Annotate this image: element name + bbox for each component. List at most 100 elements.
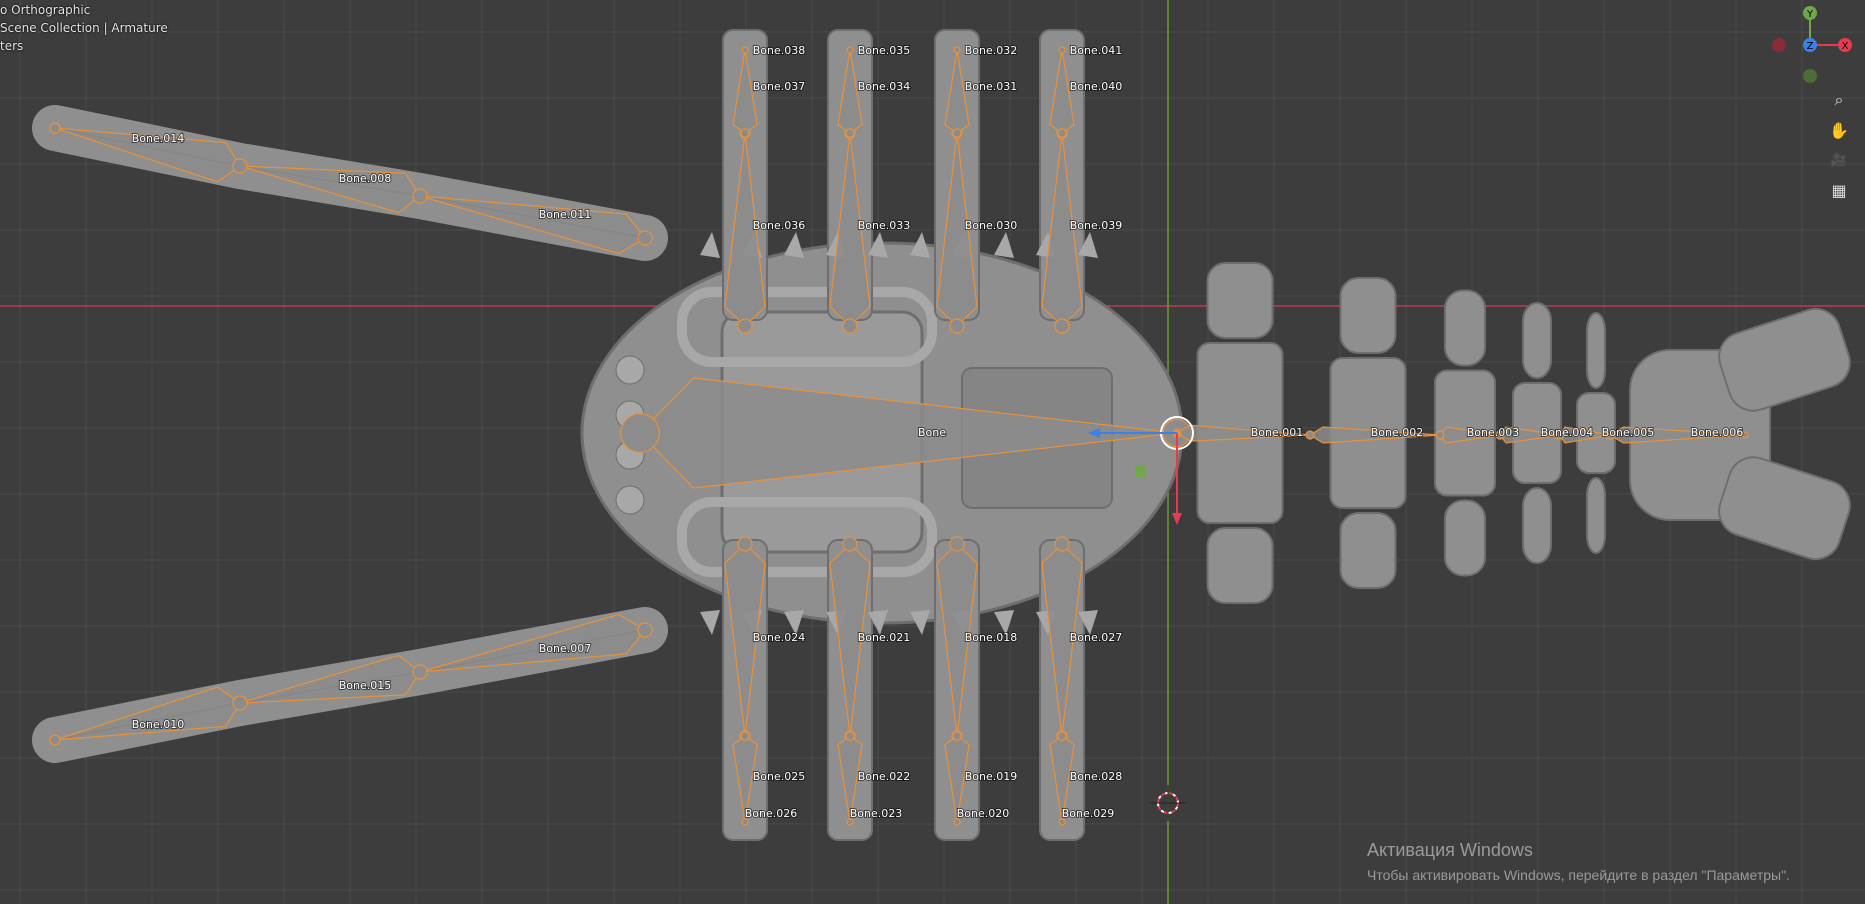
bone-label-tail-3: Bone.003 — [1467, 426, 1520, 439]
bone-leg-bottom-3-2-head — [1057, 731, 1067, 741]
grid-view-icon[interactable]: ▦ — [1826, 177, 1852, 203]
spike-bottom — [700, 610, 720, 635]
bone-label-main: Bone — [918, 426, 946, 439]
zoom-icon[interactable]: ⌕ — [1826, 87, 1852, 113]
activation-message: Чтобы активировать Windows, перейдите в … — [1367, 867, 1790, 883]
bone-label-arm-top-3: Bone.014 — [132, 132, 185, 145]
bone-label-leg-top-0-1: Bone.036 — [753, 219, 806, 232]
tail-fin-top — [1522, 302, 1552, 379]
bone-label-tail-5: Bone.005 — [1602, 426, 1655, 439]
bone-leg-top-2-1-head — [949, 318, 965, 334]
bone-label-arm-top-2: Bone.008 — [339, 172, 392, 185]
spike-top — [700, 232, 720, 258]
bone-arm-bottom-2-head — [412, 664, 428, 680]
3d-viewport[interactable]: Bone Bone.001 Bone.002 Bone.003 Bone.004 Bone… — [0, 0, 1865, 904]
tail-fin-bottom — [1586, 477, 1606, 554]
gizmo-plane-handle — [1135, 466, 1146, 477]
gizmo-x-arrowhead — [1172, 513, 1182, 525]
bone-label-leg-bottom-3-2: Bone.028 — [1070, 770, 1123, 783]
bone-label-leg-top-2-1: Bone.030 — [965, 219, 1018, 232]
bone-label-leg-top-0-2: Bone.037 — [753, 80, 806, 93]
bone-leg-top-0-2-tail — [741, 46, 749, 54]
tail-fin-top — [1339, 277, 1397, 354]
3d-cursor-icon — [1150, 785, 1186, 821]
bone-leg-top-0-2-head — [740, 128, 750, 138]
bone-label-leg-bottom-0-2: Bone.025 — [753, 770, 806, 783]
bone-label-tail-4: Bone.004 — [1541, 426, 1594, 439]
bone-leg-bottom-1-2-head — [845, 731, 855, 741]
pan-hand-icon[interactable]: ✋ — [1826, 117, 1852, 143]
bone-leg-top-3-2-tail — [1058, 46, 1066, 54]
bone-label-leg-bottom-0-1: Bone.024 — [753, 631, 806, 644]
bone-tail-3-head — [1435, 430, 1445, 440]
bone-leg-top-2-2-tail — [953, 46, 961, 54]
gizmo-z-label: Z — [1807, 41, 1814, 52]
spike-top — [784, 232, 804, 258]
bone-leg-bottom-0-1-head — [737, 536, 753, 552]
tail-fin-bottom — [1206, 527, 1274, 604]
bone-leg-top-3-2-head — [1057, 128, 1067, 138]
camera-icon[interactable]: 🎥 — [1826, 147, 1852, 173]
tail-fan-top — [1718, 307, 1851, 412]
bone-arm-top-2-head — [412, 188, 428, 204]
bone-leg-bottom-2-2-head — [952, 731, 962, 741]
bone-leg-bottom-3-1-head — [1054, 536, 1070, 552]
spike-top — [994, 232, 1014, 258]
gizmo-x-label: X — [1842, 41, 1849, 52]
bone-label-tail-2: Bone.002 — [1371, 426, 1424, 439]
tail-fin-bottom — [1339, 512, 1397, 589]
bone-label-leg-top-3-2: Bone.040 — [1070, 80, 1123, 93]
bone-arm-top-1-head — [637, 230, 653, 246]
bone-label-leg-top-2-2: Bone.031 — [965, 80, 1018, 93]
bone-label-arm-bottom-1: Bone.007 — [539, 642, 592, 655]
bone-label-arm-top-1: Bone.011 — [539, 208, 592, 221]
bone-label-leg-bottom-1-1: Bone.021 — [858, 631, 911, 644]
bone-arm-bottom-1-head — [637, 622, 653, 638]
bone-label-leg-top-1-1: Bone.033 — [858, 219, 911, 232]
bone-arm-bottom-3-tail — [49, 734, 61, 746]
bone-label-leg-top-1-3: Bone.035 — [858, 44, 911, 57]
bone-label-leg-bottom-1-3: Bone.023 — [850, 807, 903, 820]
bone-leg-bottom-2-1-head — [949, 536, 965, 552]
bone-label-leg-bottom-2-1: Bone.018 — [965, 631, 1018, 644]
activation-title: Активация Windows — [1367, 840, 1533, 860]
bone-label-leg-bottom-3-1: Bone.027 — [1070, 631, 1123, 644]
windows-activation-watermark: Активация Windows Чтобы активировать Win… — [1367, 840, 1790, 883]
bone-arm-bottom-3-head — [232, 695, 248, 711]
body-bolt — [615, 355, 645, 385]
bone-label-leg-bottom-2-3: Bone.020 — [957, 807, 1010, 820]
bone-leg-top-1-1-head — [842, 318, 858, 334]
view-mode-label: o Orthographic — [0, 3, 91, 17]
gizmo-neg-x-icon[interactable] — [1772, 38, 1786, 52]
bone-leg-top-0-1-head — [737, 318, 753, 334]
bone-label-arm-bottom-2: Bone.015 — [339, 679, 392, 692]
bone-label-tail-1: Bone.001 — [1251, 426, 1304, 439]
bone-leg-bottom-0-2-head — [740, 731, 750, 741]
tail-fan-bottom — [1718, 456, 1851, 561]
bone-leg-top-1-2-head — [845, 128, 855, 138]
collection-label: Scene Collection | Armature — [0, 21, 168, 35]
bone-label-leg-bottom-0-3: Bone.026 — [745, 807, 798, 820]
bone-arm-top-3-tail — [49, 122, 61, 134]
bone-tail-2-head — [1305, 430, 1315, 440]
bone-leg-top-3-1-head — [1054, 318, 1070, 334]
tail-fin-bottom — [1522, 487, 1552, 564]
bone-label-leg-bottom-2-2: Bone.019 — [965, 770, 1018, 783]
navigation-gizmo[interactable]: Y X Z — [1770, 6, 1860, 86]
bone-label-leg-top-3-1: Bone.039 — [1070, 219, 1123, 232]
bone-label-leg-top-1-2: Bone.034 — [858, 80, 911, 93]
bone-label-leg-top-2-3: Bone.032 — [965, 44, 1018, 57]
bone-label-leg-top-0-3: Bone.038 — [753, 44, 806, 57]
bone-label-tail-6: Bone.006 — [1691, 426, 1744, 439]
bone-label-leg-bottom-1-2: Bone.022 — [858, 770, 911, 783]
body-bolt — [615, 485, 645, 515]
bone-main-head — [620, 413, 660, 453]
bone-label-leg-top-3-3: Bone.041 — [1070, 44, 1123, 57]
bone-label-leg-bottom-3-3: Bone.029 — [1062, 807, 1115, 820]
filter-label: ters — [0, 39, 24, 53]
tail-fin-bottom — [1444, 499, 1486, 577]
scene-canvas[interactable]: Bone Bone.001 Bone.002 Bone.003 Bone.004 Bone… — [0, 0, 1865, 904]
tail-fin-top — [1444, 289, 1486, 367]
gizmo-neg-y-icon[interactable] — [1803, 69, 1817, 83]
tail-fin-top — [1206, 262, 1274, 339]
